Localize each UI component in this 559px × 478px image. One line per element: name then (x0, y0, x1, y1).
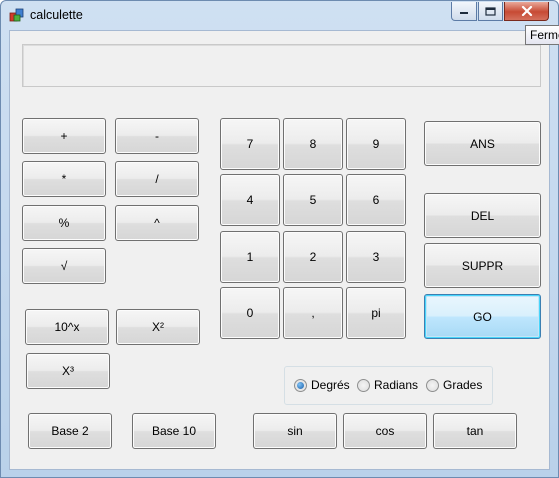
multiply-button[interactable]: * (22, 161, 106, 197)
sin-button[interactable]: sin (253, 413, 337, 449)
digit-7-button[interactable]: 7 (220, 118, 280, 170)
square-button[interactable]: X² (116, 309, 200, 345)
digit-4-button[interactable]: 4 (220, 174, 280, 226)
digit-1-button[interactable]: 1 (220, 231, 280, 283)
radio-grades-label: Grades (443, 378, 483, 392)
base-10-button[interactable]: Base 10 (132, 413, 216, 449)
plus-button[interactable]: + (22, 118, 106, 154)
result-display[interactable] (22, 44, 541, 87)
digit-0-button[interactable]: 0 (220, 287, 280, 339)
power-button[interactable]: ^ (115, 205, 199, 241)
radio-grades[interactable]: Grades (426, 378, 482, 392)
del-button[interactable]: DEL (424, 193, 541, 238)
radio-degrees[interactable]: Degrés (294, 378, 350, 392)
percent-button[interactable]: % (22, 205, 106, 241)
radio-degrees-label: Degrés (311, 378, 350, 392)
radio-radians[interactable]: Radians (357, 378, 418, 392)
radio-radians-label: Radians (374, 378, 419, 392)
sqrt-button[interactable]: √ (22, 248, 106, 284)
radio-radians-indicator[interactable] (357, 378, 370, 392)
minus-button[interactable]: - (115, 118, 199, 154)
ten-power-button[interactable]: 10^x (25, 309, 109, 345)
radio-selected-dot (297, 381, 304, 389)
radio-grades-indicator[interactable] (426, 378, 439, 392)
digit-5-button[interactable]: 5 (283, 174, 343, 226)
digit-2-button[interactable]: 2 (283, 231, 343, 283)
maximize-icon (485, 6, 496, 16)
close-button[interactable] (504, 2, 549, 21)
title-bar[interactable]: calculette (1, 1, 558, 29)
app-icon (9, 8, 24, 22)
divide-button[interactable]: / (115, 161, 199, 197)
minimize-icon (460, 12, 468, 14)
digit-8-button[interactable]: 8 (283, 118, 343, 170)
tan-button[interactable]: tan (433, 413, 517, 449)
cube-button[interactable]: X³ (26, 353, 110, 389)
digit-9-button[interactable]: 9 (346, 118, 406, 170)
window-title: calculette (30, 8, 83, 22)
ans-button[interactable]: ANS (424, 121, 541, 166)
pi-button[interactable]: pi (346, 287, 406, 339)
digit-3-button[interactable]: 3 (346, 231, 406, 283)
close-icon (521, 6, 532, 16)
comma-button[interactable]: , (283, 287, 343, 339)
angle-mode-group: Degrés Radians Grades (284, 366, 493, 405)
cos-button[interactable]: cos (343, 413, 427, 449)
calculator-window: calculette Fermer + - * / % ^ √ (0, 0, 559, 478)
maximize-button[interactable] (478, 2, 503, 21)
minimize-button[interactable] (451, 2, 477, 21)
suppr-button[interactable]: SUPPR (424, 243, 541, 288)
calculator-body: + - * / % ^ √ 10^x X² X³ 7 8 9 4 5 6 1 2… (9, 30, 550, 470)
base-2-button[interactable]: Base 2 (28, 413, 112, 449)
go-button[interactable]: GO (424, 294, 541, 339)
radio-degrees-indicator[interactable] (294, 378, 307, 392)
close-tooltip: Fermer (525, 25, 559, 45)
digit-6-button[interactable]: 6 (346, 174, 406, 226)
